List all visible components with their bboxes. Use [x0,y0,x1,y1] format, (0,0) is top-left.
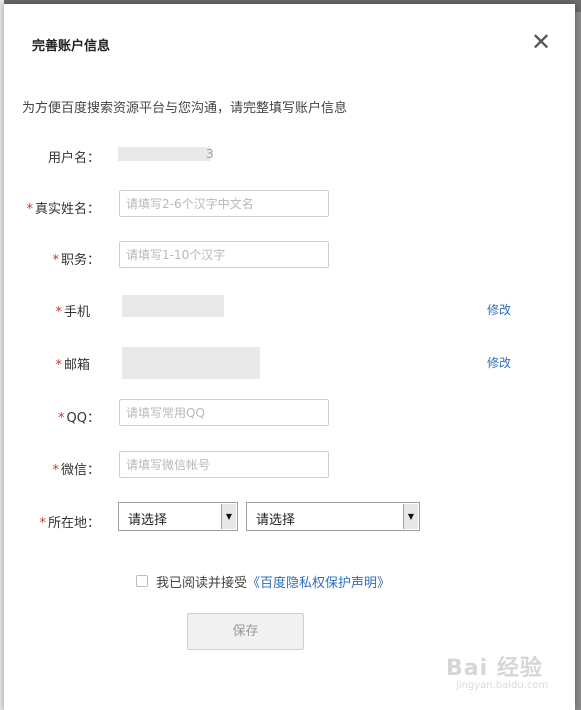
email-label: * 邮箱 [55,358,90,373]
city-select[interactable]: 请选择 ▼ [246,502,420,531]
city-select-value: 请选择 [256,513,296,528]
position-input[interactable] [119,241,329,268]
edit-email-link[interactable]: 修改 [487,354,511,371]
wechat-label: * 微信： [52,463,100,478]
required-mark: * [58,411,65,426]
email-blurred [122,347,260,379]
phone-label: * 手机 [55,305,90,320]
chevron-down-icon[interactable]: ▼ [221,504,236,529]
qq-label: * QQ： [58,411,100,426]
phone-blurred [122,295,224,317]
username-blurred [118,147,210,161]
username-value: 3 [206,147,214,161]
privacy-policy-link[interactable]: 《百度隐私权保护声明》 [247,576,390,591]
required-mark: * [26,202,33,217]
agree-checkbox[interactable] [136,575,148,587]
save-button[interactable]: 保存 [187,613,304,650]
wechat-input[interactable] [119,451,329,478]
required-mark: * [39,516,46,531]
province-select[interactable]: 请选择 ▼ [118,502,238,531]
dialog-title: 完善账户信息 [32,39,111,54]
intro-text: 为方便百度搜索资源平台与您沟通，请完整填写账户信息 [22,101,348,116]
required-mark: * [55,358,62,373]
baidu-jingyan-watermark: Bai 经验 [446,656,543,681]
required-mark: * [55,305,62,320]
required-mark: * [52,463,59,478]
agreement-label: 我已阅读并接受 [156,576,248,591]
account-info-dialog: 完善账户信息 ✕ 为方便百度搜索资源平台与您沟通，请完整填写账户信息 用户名： … [4,4,575,710]
watermark-url: jingyan.baidu.com [456,680,549,691]
agreement-text: 我已阅读并接受《百度隐私权保护声明》 [156,572,390,591]
chevron-down-icon[interactable]: ▼ [403,504,418,529]
qq-input[interactable] [119,399,329,426]
real-name-label: * 真实姓名： [26,202,100,217]
province-select-value: 请选择 [128,513,168,528]
edit-phone-link[interactable]: 修改 [487,301,511,318]
required-mark: * [52,253,59,268]
close-icon[interactable]: ✕ [531,30,551,54]
location-label: * 所在地： [39,516,100,531]
position-label: * 职务： [52,253,100,268]
username-label: 用户名： [47,151,100,166]
real-name-input[interactable] [119,190,329,217]
